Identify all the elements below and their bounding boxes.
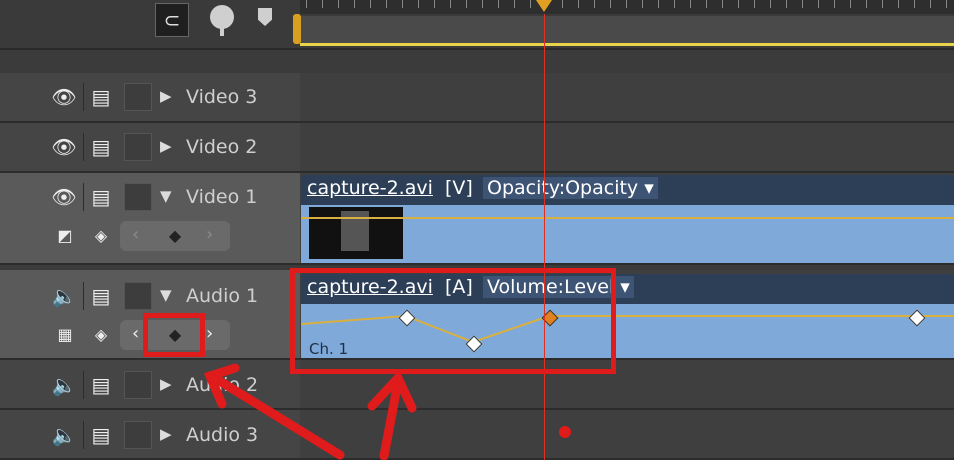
annotation-arrows <box>203 363 417 460</box>
annotation-arrow-left-shaft <box>213 375 345 460</box>
